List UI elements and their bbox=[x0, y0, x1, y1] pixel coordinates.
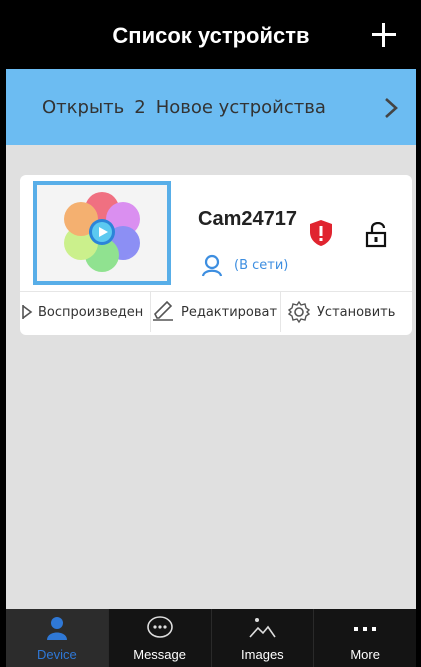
app-screen: Список устройств Открыть 2 Новое устройс… bbox=[6, 3, 416, 667]
nav-message-label: Message bbox=[133, 647, 186, 662]
unlock-icon[interactable] bbox=[365, 222, 389, 248]
device-card[interactable]: Cam24717 (В сети) Воспроизведен Редактир… bbox=[20, 175, 412, 335]
shield-warning-icon bbox=[310, 220, 332, 246]
banner-suffix: Новое устройства bbox=[155, 96, 326, 118]
device-status: (В сети) bbox=[200, 253, 288, 277]
flower-camera-icon bbox=[64, 192, 140, 272]
chevron-right-icon bbox=[385, 98, 398, 118]
nav-images-label: Images bbox=[241, 647, 284, 662]
nav-message[interactable]: Message bbox=[107, 609, 211, 667]
person-icon bbox=[46, 617, 67, 640]
edit-button[interactable]: Редактироват bbox=[150, 292, 280, 332]
image-icon bbox=[249, 618, 277, 638]
banner-text: Открыть 2 Новое устройства bbox=[42, 69, 326, 145]
person-status-icon bbox=[201, 254, 223, 277]
nav-device[interactable]: Device bbox=[6, 609, 108, 667]
status-text: (В сети) bbox=[234, 257, 289, 273]
message-icon bbox=[146, 616, 173, 638]
play-label: Воспроизведен bbox=[38, 304, 144, 320]
banner-count: 2 bbox=[134, 96, 146, 118]
device-name: Cam24717 bbox=[198, 208, 297, 230]
edit-icon bbox=[153, 300, 173, 321]
play-icon bbox=[22, 305, 33, 319]
more-icon bbox=[354, 627, 377, 631]
device-actions: Воспроизведен Редактироват Установить bbox=[20, 291, 412, 332]
banner-prefix: Открыть bbox=[42, 96, 125, 118]
play-button[interactable]: Воспроизведен bbox=[20, 292, 150, 332]
plus-icon[interactable] bbox=[366, 17, 402, 53]
nav-more-label: More bbox=[350, 647, 380, 662]
settings-button[interactable]: Установить bbox=[280, 292, 412, 332]
nav-device-label: Device bbox=[37, 647, 77, 662]
edit-label: Редактироват bbox=[181, 304, 278, 320]
nav-more[interactable]: More bbox=[313, 609, 416, 667]
gear-icon bbox=[287, 300, 311, 324]
device-thumbnail[interactable] bbox=[33, 181, 171, 285]
title-bar: Список устройств bbox=[6, 3, 416, 69]
nav-images[interactable]: Images bbox=[210, 609, 314, 667]
settings-label: Установить bbox=[317, 304, 396, 320]
page-title: Список устройств bbox=[112, 23, 310, 48]
new-devices-banner[interactable]: Открыть 2 Новое устройства bbox=[6, 69, 416, 145]
bottom-navigation: Device Message Images More bbox=[6, 609, 416, 667]
